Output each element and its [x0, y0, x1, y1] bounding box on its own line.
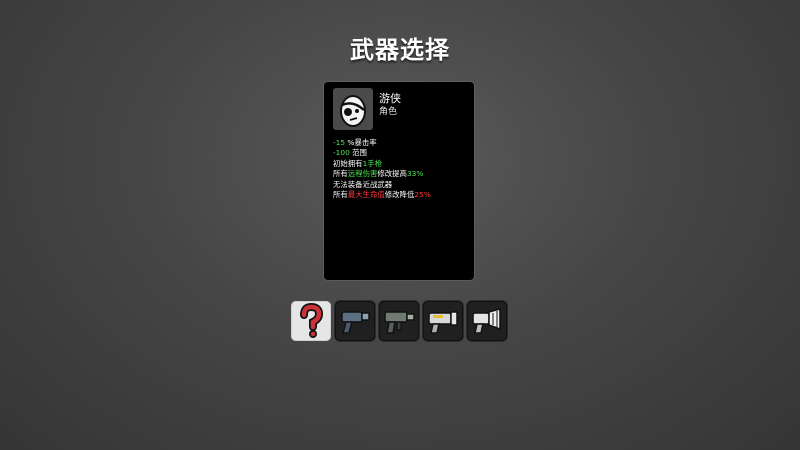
stat-highlight: 最大生命值 — [347, 190, 385, 200]
weapon-slot-pistol[interactable] — [335, 301, 375, 341]
stat-text: %暴击率 — [345, 138, 377, 147]
stat-value: -15 — [333, 138, 346, 147]
character-info-panel: 游侠 角色 -15 %暴击率 -100 范围 初始拥有1手枪 所有远程伤害修改提… — [324, 82, 474, 280]
page-title: 武器选择 — [350, 36, 450, 64]
weapon-slot-shredder[interactable] — [423, 301, 463, 341]
stat-text: 修改降低 — [384, 190, 415, 200]
stat-text: 范围 — [349, 148, 367, 158]
weapon-slot-smg[interactable] — [379, 301, 419, 341]
random-question-mark-icon — [300, 302, 324, 338]
stat-highlight: 1手枪 — [362, 158, 383, 168]
stat-text: 修改提高 — [377, 169, 407, 179]
stat-highlight: 远程伤害 — [347, 169, 378, 179]
stat-line: 所有最大生命值修改降低25% — [333, 190, 471, 200]
stat-value: 25% — [414, 190, 431, 200]
stat-text: 无法装备近战武器 — [333, 179, 393, 189]
stat-line: 所有远程伤害修改提高33% — [333, 169, 471, 179]
pistol-icon — [341, 311, 370, 334]
character-type: 角色 — [379, 107, 398, 117]
stat-text: 初始拥有 — [333, 158, 363, 168]
stat-value: 33% — [406, 169, 424, 179]
shredder-gun-icon — [428, 311, 458, 334]
egg-eyepatch-icon — [340, 95, 366, 127]
stat-line: 初始拥有1手枪 — [333, 159, 471, 169]
stat-line: -15 %暴击率 — [333, 138, 471, 148]
weapon-slot-minigun[interactable] — [467, 301, 507, 341]
minigun-icon — [472, 308, 501, 334]
weapon-slot-random[interactable] — [291, 301, 331, 341]
stat-text: 所有 — [333, 190, 348, 200]
character-portrait — [333, 88, 373, 130]
weapon-selection-bar — [291, 301, 507, 341]
stat-line: -100 范围 — [333, 148, 471, 158]
character-stats: -15 %暴击率 -100 范围 初始拥有1手枪 所有远程伤害修改提高33% 无… — [333, 138, 471, 200]
stat-text: 所有 — [333, 169, 348, 179]
stat-value: -100 — [333, 148, 350, 158]
stat-line: 无法装备近战武器 — [333, 180, 471, 190]
smg-icon — [384, 311, 415, 334]
